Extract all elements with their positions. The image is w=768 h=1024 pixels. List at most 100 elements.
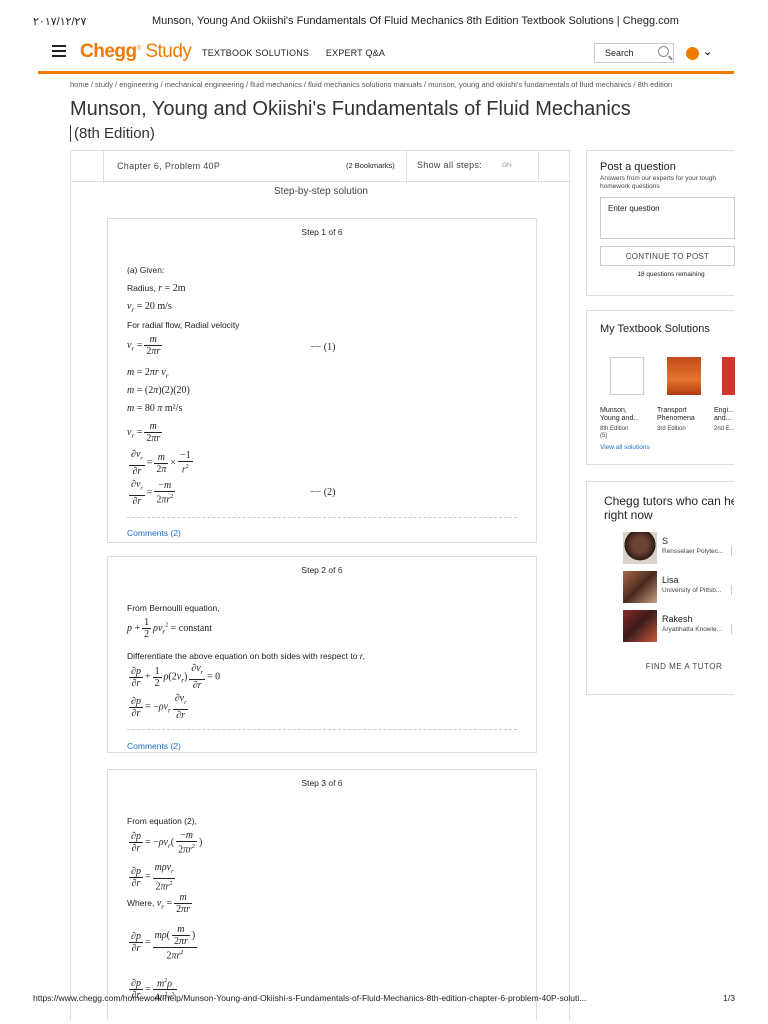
print-header: ٢٠١٧/١٢/٢٧ Munson, Young And Okiishi's F… (0, 15, 768, 29)
step-of: of 6 (328, 227, 343, 237)
textbook-edition: 2nd E... (714, 426, 735, 432)
solution-heading: Step-by-step solution (274, 186, 368, 197)
post-question-subtitle: Answers from our experts for your tough … (600, 175, 716, 190)
continue-to-post-button[interactable]: CONTINUE TO POST (600, 246, 735, 266)
equation-number: −− (2) (310, 487, 336, 498)
book-cover-image (722, 357, 735, 395)
page-title: Munson, Young and Okiishi's Fundamentals… (70, 98, 631, 120)
tutor-row[interactable]: Rakesh Aryabhatta Knowle... (623, 610, 734, 642)
step-of: of 6 (328, 778, 343, 788)
textbook-solutions-card: My Textbook Solutions Munson, Young and.… (586, 310, 735, 465)
equation: vr = m 2πr (127, 421, 163, 444)
comments-link[interactable]: Comments (2) (127, 741, 181, 751)
view-all-solutions-link[interactable]: View all solutions (600, 444, 650, 451)
equation: ∂p ∂r = mρ(m 2πr) 2πr2 (129, 924, 198, 962)
step-card-3: Step 3 of 6 From equation (2), ∂p ∂r = −ρv… (107, 769, 537, 1020)
textbook-edition: 3rd Edition (657, 426, 686, 432)
menu-icon[interactable] (52, 45, 66, 57)
logo-product: Study (145, 41, 192, 62)
tutor-school: University of Pittsb... (662, 587, 722, 594)
chevron-down-icon[interactable]: ⌄ (703, 45, 712, 58)
radial-flow-text: For radial flow, Radial velocity (127, 320, 240, 330)
tutor-row[interactable]: Lisa University of Pittsb... (623, 571, 734, 603)
step-number: Step 2 (301, 565, 326, 575)
tutor-avatar (623, 610, 657, 642)
step-card-2: Step 2 of 6 From Bernoulli equation, p +… (107, 556, 537, 753)
show-all-steps-toggle[interactable]: ON (502, 162, 512, 169)
textbook-item[interactable]: Munson, Young and... 8th Edition (5) (600, 357, 645, 440)
equation: ∂vr ∂r = −m 2πr2 (129, 479, 176, 507)
textbook-item[interactable]: Engi... and... 2nd E... (714, 357, 735, 433)
from-eq2-text: From equation (2), (127, 816, 197, 826)
post-question-card: Post a question Answers from our experts… (586, 150, 735, 296)
find-me-a-tutor-button[interactable]: FIND ME A TUTOR (587, 662, 734, 671)
main-nav: TEXTBOOK SOLUTIONS EXPERT Q&A (202, 48, 399, 58)
post-question-title: Post a question (600, 161, 676, 173)
page-number: 1/3 (723, 993, 735, 1003)
textbook-name: Engi... and... (714, 407, 734, 422)
equation: ∂vr ∂r = m 2π × −1 r2 (129, 449, 193, 477)
breadcrumb[interactable]: home / study / engineering / mechanical … (70, 80, 672, 89)
tutor-name: S (662, 536, 669, 546)
textbook-edition: 8th Edition (5) (600, 426, 629, 439)
textbook-item[interactable]: Transport Phenomena 3rd Edition (657, 357, 702, 433)
equation: m = (2π)(2)(20) (127, 385, 190, 396)
book-cover-placeholder-icon (610, 357, 644, 395)
textbook-name: Transport Phenomena (657, 407, 695, 422)
print-page-title: Munson, Young And Okiishi's Fundamentals… (152, 15, 679, 27)
show-all-steps-label: Show all steps: (417, 160, 483, 170)
equation: m = 2πr vr (127, 367, 169, 380)
tutor-name: Rakesh (662, 614, 693, 624)
book-cover-image (667, 357, 701, 395)
user-avatar-icon[interactable] (686, 47, 699, 60)
step-header: Step 3 of 6 (108, 778, 536, 788)
equation: ∂p ∂r = −ρvr ∂vr ∂r (129, 693, 189, 721)
step-of: of 6 (328, 565, 343, 575)
step-number: Step 1 (301, 227, 326, 237)
equation: m = 80 π m²/s (127, 403, 183, 414)
equation: ∂p ∂r +1 2 ρ(2vr) ∂vr ∂r = 0 (129, 663, 221, 691)
book-edition: (8th Edition) (70, 125, 155, 142)
step-header: Step 1 of 6 (108, 227, 536, 237)
logo-brand: Chegg (80, 41, 137, 62)
solution-column: Chapter 6, Problem 40P (2 Bookmarks) Sho… (70, 150, 571, 1020)
equation: vr = 20 m/s (127, 301, 172, 314)
where-line: Where, vr = m 2πr (127, 892, 193, 915)
textbook-name: Munson, Young and... (600, 407, 640, 422)
chapter-problem-label: Chapter 6, Problem 40P (117, 161, 221, 171)
tutor-avatar (623, 532, 657, 564)
tutor-school: Aryabhatta Knowle... (662, 626, 722, 633)
equation: p +1 2 ρvr2 = constant (127, 617, 213, 640)
textbook-solutions-title: My Textbook Solutions (600, 323, 710, 335)
differentiate-label: Differentiate the above equation on both… (127, 651, 358, 661)
equation: ∂p ∂r = mρvr 2πr2 (129, 862, 176, 893)
equation-number: −− (1) (310, 342, 336, 353)
radius-line: Radius, r = 2m (127, 283, 186, 294)
tutor-avatar (623, 571, 657, 603)
tutor-row[interactable]: S Rensselaer Polytec... (623, 532, 734, 564)
top-nav-bar: Chegg® Study TEXTBOOK SOLUTIONS EXPERT Q… (38, 38, 734, 74)
step-header: Step 2 of 6 (108, 565, 536, 575)
divider (127, 729, 517, 730)
question-input[interactable]: Enter question (600, 197, 735, 239)
comments-link[interactable]: Comments (2) (127, 528, 181, 538)
given-text: (a) Given: (127, 265, 165, 275)
where-label: Where, (127, 897, 155, 908)
search-icon[interactable] (658, 46, 669, 57)
differentiate-text: Differentiate the above equation on both… (127, 651, 366, 661)
step-card-1: Step 1 of 6 (a) Given: Radius, r = 2m vr… (107, 218, 537, 543)
nav-textbook-solutions[interactable]: TEXTBOOK SOLUTIONS (202, 48, 309, 58)
bernoulli-text: From Bernoulli equation, (127, 603, 220, 613)
tutors-title: Chegg tutors who can help right now (604, 494, 734, 522)
radius-label: Radius, (127, 283, 156, 293)
divider (127, 517, 517, 518)
questions-remaining: 18 questions remaining (637, 271, 705, 278)
tutor-name: Lisa (662, 575, 679, 585)
equation: vr = m 2πr (127, 334, 163, 357)
chegg-study-logo[interactable]: Chegg® Study (80, 41, 192, 63)
equation: ∂p ∂r = −ρvr(−m 2πr2) (129, 830, 203, 856)
bookmarks-count[interactable]: (2 Bookmarks) (346, 161, 395, 170)
tutor-school: Rensselaer Polytec... (662, 548, 724, 555)
nav-expert-qa[interactable]: EXPERT Q&A (326, 48, 385, 58)
print-date: ٢٠١٧/١٢/٢٧ (33, 16, 87, 28)
